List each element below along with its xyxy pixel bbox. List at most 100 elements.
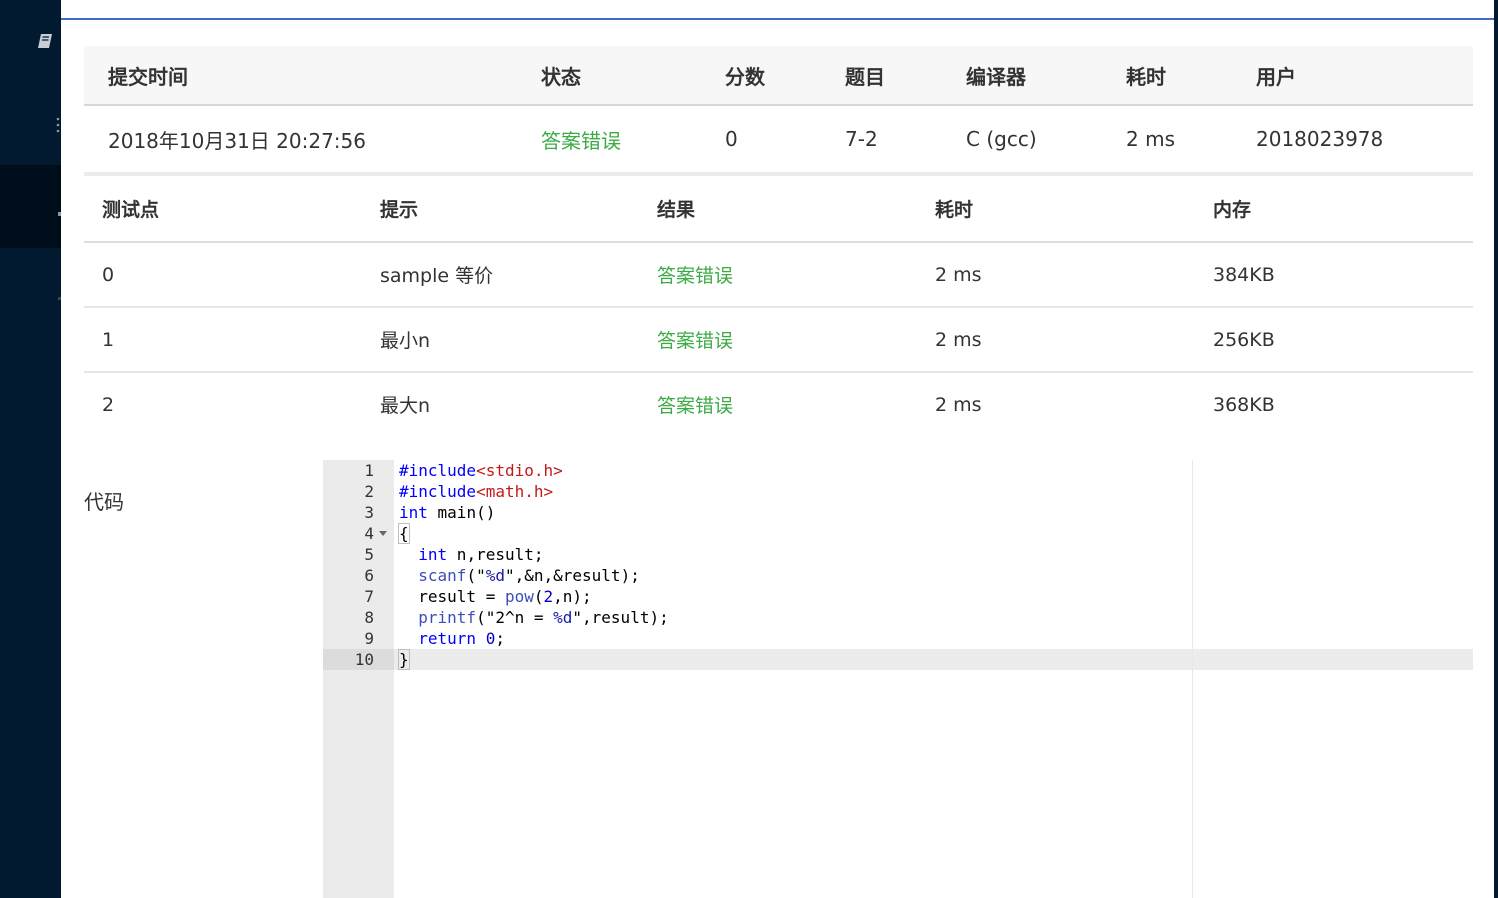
submission-header-row: 提交时间 状态 分数 题目 编译器 耗时 用户	[84, 46, 1473, 106]
sidebar-active-item[interactable]	[0, 165, 61, 248]
code-line: 5 int n,result;	[323, 544, 1473, 565]
code-line: 1 #include<stdio.h>	[323, 460, 1473, 481]
sidebar-marker	[58, 297, 61, 300]
testcase-result: 答案错误	[657, 395, 734, 417]
testcase-memory: 256KB	[1213, 328, 1275, 351]
code-token: ;	[495, 629, 505, 648]
code-token: int	[399, 503, 428, 522]
code-token: n,result;	[447, 545, 544, 564]
line-number: 2	[364, 482, 374, 501]
header-divider	[61, 18, 1494, 20]
testcase-result: 答案错误	[657, 265, 734, 287]
text-caret	[408, 651, 410, 670]
code-line: 6 scanf("%d",&n,&result);	[323, 565, 1473, 586]
line-number: 7	[364, 587, 374, 606]
testcase-id: 1	[102, 328, 115, 351]
code-token: result =	[418, 587, 505, 606]
table-row: 2 最大n 答案错误 2 ms 368KB	[84, 373, 1473, 436]
code-token: ("	[466, 566, 486, 585]
code-token: {	[398, 523, 410, 544]
sidebar-collapse-handle[interactable]	[58, 212, 61, 216]
testcase-memory: 368KB	[1213, 393, 1275, 416]
testcase-time: 2 ms	[935, 328, 982, 351]
header-hint: 提示	[380, 199, 419, 221]
header-time: 耗时	[935, 199, 974, 221]
header-score: 分数	[725, 64, 765, 89]
code-token: 0	[485, 629, 496, 648]
code-token: #include	[399, 482, 477, 501]
code-line: 8 printf("2^n = %d",result);	[323, 607, 1473, 628]
code-token: ,n);	[553, 587, 592, 606]
header-submit-time: 提交时间	[108, 64, 188, 89]
submit-time: 2018年10月31日 20:27:56	[108, 128, 366, 153]
testcase-time: 2 ms	[935, 263, 982, 286]
header-result: 结果	[657, 199, 696, 221]
code-line: 2 #include<math.h>	[323, 481, 1473, 502]
user-link[interactable]: 2018023978	[1256, 106, 1383, 172]
code-token: #include	[399, 461, 477, 480]
testcase-memory: 384KB	[1213, 263, 1275, 286]
header-duration: 耗时	[1126, 64, 1166, 89]
code-token: printf	[418, 608, 477, 627]
code-token: int	[418, 545, 448, 564]
duration-value: 2 ms	[1126, 127, 1175, 151]
code-token: <stdio.h>	[476, 461, 563, 480]
code-line: 7 result = pow(2,n);	[323, 586, 1473, 607]
line-number: 6	[364, 566, 374, 585]
code-line: 9 return 0;	[323, 628, 1473, 649]
line-number: 3	[364, 503, 374, 522]
line-number: 8	[364, 608, 374, 627]
fold-arrow-icon[interactable]	[379, 531, 387, 536]
header-problem: 题目	[845, 64, 885, 89]
line-number: 1	[364, 461, 374, 480]
submission-row: 2018年10月31日 20:27:56 答案错误 0 7-2 C (gcc) …	[84, 106, 1473, 176]
testcase-time: 2 ms	[935, 393, 982, 416]
table-row: 1 最小n 答案错误 2 ms 256KB	[84, 308, 1473, 373]
problem-link[interactable]: 7-2	[845, 106, 878, 172]
code-token: pow	[504, 587, 534, 606]
code-token: ",&n,&result);	[504, 566, 640, 585]
submission-table: 提交时间 状态 分数 题目 编译器 耗时 用户 2018年10月31日 20:2…	[84, 46, 1473, 176]
code-label: 代码	[84, 490, 124, 514]
testcase-table: 测试点 提示 结果 耗时 内存 0 sample 等价 答案错误 2 ms 38…	[84, 176, 1473, 436]
code-line: 3 int main()	[323, 502, 1473, 523]
testcase-hint: sample 等价	[380, 265, 494, 287]
status-badge: 答案错误	[541, 128, 621, 153]
code-line: 10 }	[323, 649, 1473, 670]
code-editor[interactable]: 1 #include<stdio.h> 2 #include<math.h> 3…	[323, 460, 1473, 898]
code-token: <math.h>	[476, 482, 554, 501]
code-line: 4 {	[323, 523, 1473, 544]
line-number: 10	[354, 650, 374, 669]
header-user: 用户	[1256, 64, 1296, 89]
page-scrollbar[interactable]	[1494, 0, 1498, 898]
header-memory: 内存	[1213, 199, 1252, 221]
header-testcase: 测试点	[102, 199, 160, 221]
code-token: ",result);	[572, 608, 669, 627]
code-token: %d	[485, 566, 505, 585]
code-token: }	[398, 649, 410, 670]
sidebar	[0, 0, 61, 898]
testcase-hint: 最大n	[380, 395, 431, 417]
code-token: 2	[543, 587, 554, 606]
testcase-id: 2	[102, 393, 115, 416]
header-compiler: 编译器	[966, 64, 1026, 89]
header-status: 状态	[541, 64, 581, 89]
code-token: (	[533, 587, 544, 606]
code-token: main()	[427, 503, 496, 522]
score-value: 0	[725, 127, 738, 151]
testcase-result: 答案错误	[657, 330, 734, 352]
line-number: 5	[364, 545, 374, 564]
testcase-hint: 最小n	[380, 330, 431, 352]
line-number: 4	[364, 524, 374, 543]
testcase-id: 0	[102, 263, 115, 286]
code-token: %d	[553, 608, 573, 627]
code-token: return	[418, 629, 477, 648]
table-row: 0 sample 等价 答案错误 2 ms 384KB	[84, 243, 1473, 308]
testcase-header-row: 测试点 提示 结果 耗时 内存	[84, 176, 1473, 243]
code-token: ("2^n =	[476, 608, 554, 627]
book-icon[interactable]	[36, 32, 54, 50]
more-vertical-icon[interactable]	[56, 116, 60, 136]
compiler-value: C (gcc)	[966, 127, 1037, 151]
line-number: 9	[364, 629, 374, 648]
code-token: scanf	[418, 566, 467, 585]
